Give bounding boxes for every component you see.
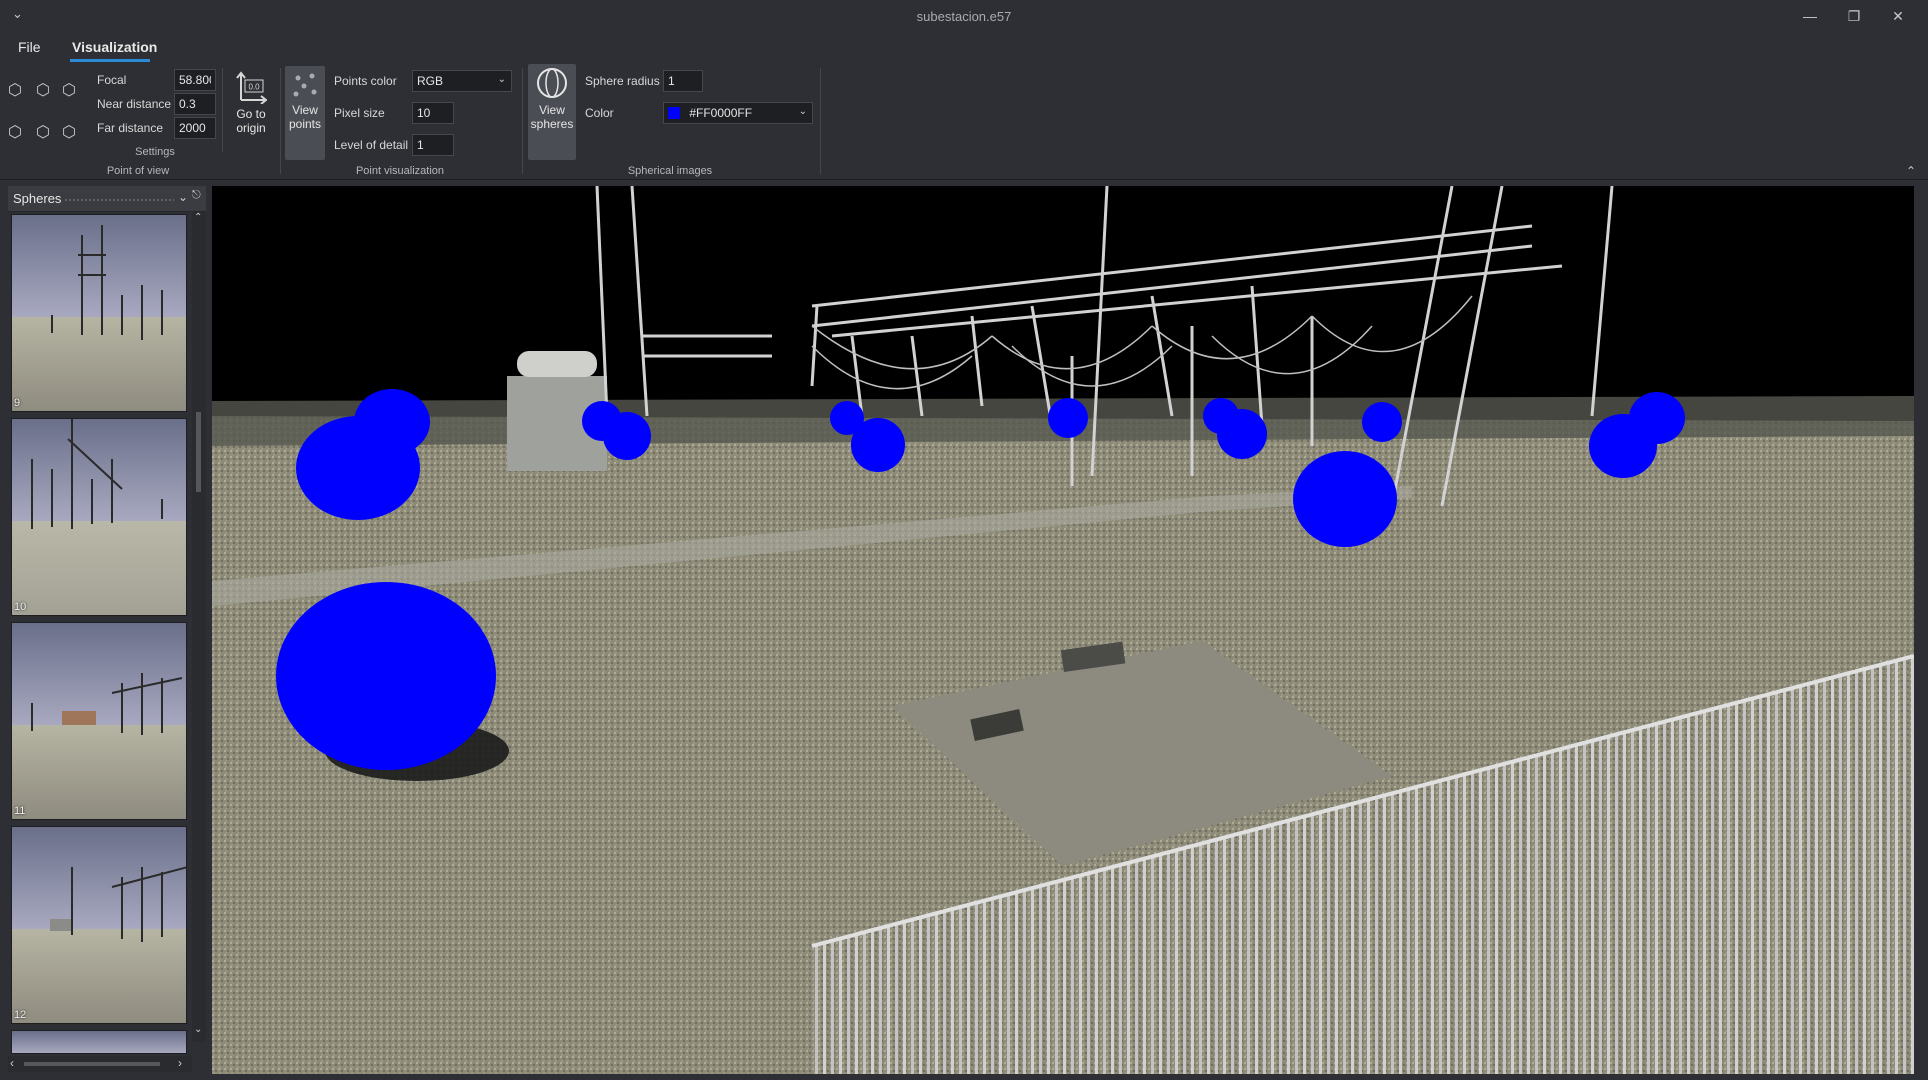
- menu-bar: File Visualization: [0, 34, 1928, 62]
- scroll-down-icon[interactable]: ⌄: [194, 1024, 202, 1035]
- go-to-origin-line2: origin: [236, 121, 266, 135]
- separator: [222, 68, 223, 152]
- view-spheres-line2: spheres: [530, 117, 574, 131]
- level-of-detail-label: Level of detail: [334, 138, 409, 152]
- sphere-radius-field[interactable]: [663, 70, 703, 92]
- go-to-origin-button[interactable]: 0.0 Go to origin: [228, 68, 274, 152]
- spheres-panel-header: Spheres ⌄ ⎋: [8, 186, 206, 212]
- sphere-icon: [537, 68, 567, 98]
- title-bar: ⌄ subestacion.e57 — ❐ ✕: [0, 0, 1928, 34]
- transformer-tank: [517, 351, 597, 377]
- pixel-size-label: Pixel size: [334, 106, 385, 120]
- separator: [522, 68, 523, 174]
- scroll-up-icon[interactable]: ⌃: [194, 212, 202, 223]
- window-title: subestacion.e57: [916, 9, 1012, 24]
- color-swatch: [668, 107, 680, 119]
- far-distance-label: Far distance: [97, 121, 164, 135]
- view-points-toggle[interactable]: View points: [285, 66, 325, 160]
- view-points-line2: points: [288, 117, 322, 131]
- thumbnail-sky: [12, 1031, 186, 1053]
- left-view-icon[interactable]: ⬡: [8, 122, 22, 142]
- close-button[interactable]: ✕: [1878, 2, 1918, 30]
- sphere-thumbnail[interactable]: 10: [11, 418, 187, 616]
- spheres-panel-title: Spheres: [13, 191, 62, 206]
- menu-visualization[interactable]: Visualization: [72, 39, 157, 55]
- sphere-thumbnail-partial[interactable]: [11, 1030, 187, 1054]
- horizontal-scrollbar[interactable]: ‹ ›: [8, 1056, 192, 1072]
- pixel-size-field[interactable]: [412, 102, 454, 124]
- panel-dropdown-icon[interactable]: ⌄: [178, 190, 188, 204]
- points-color-select[interactable]: RGB ⌄: [412, 70, 512, 92]
- thumbnail-number: 10: [14, 601, 27, 613]
- scroll-right-icon[interactable]: ›: [178, 1056, 182, 1070]
- point-cloud-viewport[interactable]: [212, 186, 1914, 1074]
- minimize-button[interactable]: —: [1790, 2, 1830, 30]
- view-spheres-line1: View: [539, 103, 565, 117]
- thumbnail-structures: [31, 419, 163, 529]
- near-distance-label: Near distance: [97, 97, 172, 111]
- thumbnail-number: 11: [14, 805, 26, 817]
- maximize-button[interactable]: ❐: [1834, 2, 1874, 30]
- origin-axes-icon: 0.0: [236, 71, 268, 105]
- points-icon: [293, 73, 317, 97]
- ribbon: ⬡ ⬡ ⬡ ⬡ ⬡ ⬡ Focal Near distance Far dist…: [0, 62, 1928, 180]
- focal-label: Focal: [97, 73, 127, 87]
- settings-caption: Settings: [135, 146, 175, 158]
- pin-icon[interactable]: ⎋: [192, 189, 201, 202]
- back-view-icon[interactable]: ⬡: [36, 80, 50, 100]
- overhead-wires: [811, 295, 1473, 390]
- separator: [280, 68, 281, 174]
- panel-grip[interactable]: [64, 198, 174, 202]
- thumbnail-number: 9: [14, 397, 21, 409]
- level-of-detail-field[interactable]: [412, 134, 454, 156]
- sphere-thumbnail[interactable]: 12: [11, 826, 187, 1024]
- collapse-ribbon-icon[interactable]: ⌃: [1906, 164, 1916, 178]
- origin-icon-text: 0.0: [248, 83, 260, 92]
- points-color-label: Points color: [334, 74, 397, 88]
- chevron-down-icon: ⌄: [798, 106, 807, 117]
- sphere-thumbnail[interactable]: 9: [11, 214, 187, 412]
- side-view-icon[interactable]: ⬡: [62, 80, 76, 100]
- scroll-thumb[interactable]: [196, 412, 201, 492]
- thumbnail-number: 12: [14, 1009, 27, 1021]
- focal-field[interactable]: [174, 69, 216, 91]
- bottom-view-icon[interactable]: ⬡: [62, 122, 76, 142]
- point-of-view-caption: Point of view: [106, 165, 170, 177]
- top-view-icon[interactable]: ⬡: [36, 122, 50, 142]
- point-cloud-scene[interactable]: [212, 186, 1914, 1074]
- thumbnail-structures: [50, 866, 186, 942]
- vertical-scrollbar[interactable]: ⌃ ⌄: [192, 212, 206, 1042]
- far-distance-field[interactable]: [174, 117, 216, 139]
- scroll-left-icon[interactable]: ‹: [10, 1056, 14, 1070]
- spherical-images-caption: Spherical images: [627, 165, 713, 177]
- menu-file[interactable]: File: [18, 39, 41, 55]
- points-color-value: RGB: [417, 74, 444, 88]
- chevron-down-icon: ⌄: [497, 74, 506, 85]
- view-points-line1: View: [292, 103, 318, 117]
- near-distance-field[interactable]: [174, 93, 216, 115]
- thumbnail-structures: [31, 673, 183, 735]
- view-spheres-toggle[interactable]: View spheres: [528, 64, 576, 160]
- go-to-origin-line1: Go to: [236, 107, 266, 121]
- sphere-color-value: #FF0000FF: [689, 106, 753, 120]
- sphere-color-select[interactable]: #FF0000FF ⌄: [663, 102, 813, 124]
- h-scroll-thumb[interactable]: [24, 1062, 160, 1066]
- sphere-radius-label: Sphere radius: [585, 74, 660, 88]
- thumbnail-structures: [51, 225, 163, 340]
- spheres-panel: Spheres ⌄ ⎋ 9 10 11 12 ⌃ ⌄ ‹ ›: [8, 186, 206, 1076]
- separator: [820, 68, 821, 174]
- color-label: Color: [585, 106, 614, 120]
- point-visualization-caption: Point visualization: [355, 165, 445, 177]
- front-view-icon[interactable]: ⬡: [8, 80, 22, 100]
- sphere-thumbnail[interactable]: 11: [11, 622, 187, 820]
